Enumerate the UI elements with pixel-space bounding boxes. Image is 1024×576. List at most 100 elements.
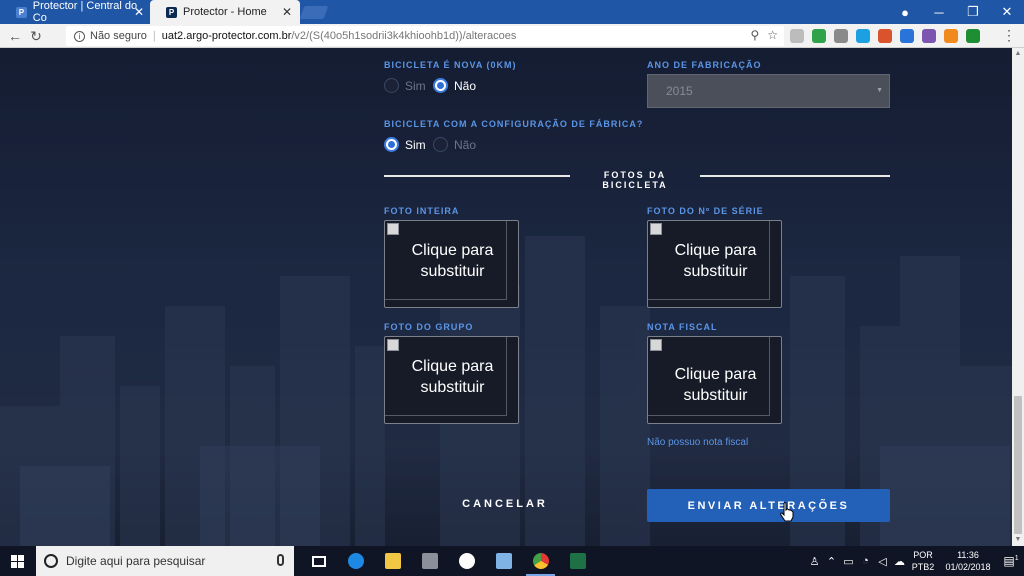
photos-section-title: FOTOS DA BICICLETA: [602, 170, 668, 190]
factory-config-sim-radio[interactable]: Sim: [384, 137, 426, 152]
address-separator: |: [152, 30, 156, 42]
battery-icon[interactable]: ▭: [840, 555, 857, 568]
cortana-icon: [44, 554, 58, 568]
extension-icons: [790, 29, 980, 43]
cancel-button[interactable]: CANCELAR: [440, 492, 570, 516]
no-invoice-link[interactable]: Não possuo nota fiscal: [647, 437, 748, 448]
tools-taskbar-button[interactable]: [411, 546, 448, 576]
browser-extension-icon[interactable]: [834, 29, 848, 43]
zoom-search-icon[interactable]: ⚲: [750, 28, 759, 42]
volume-icon[interactable]: ◁: [874, 555, 891, 568]
address-bar[interactable]: i Não seguro | uat2.argo-protector.com.b…: [66, 26, 784, 46]
close-window-icon[interactable]: ✕: [990, 4, 1024, 20]
minimize-icon[interactable]: ─: [922, 5, 956, 20]
photo-caption: Clique para substituir: [411, 358, 494, 396]
profile-icon[interactable]: ●: [888, 5, 922, 20]
omnibox-actions: ⚲ ☆: [750, 28, 778, 42]
scroll-up-arrow-icon[interactable]: ▲: [1012, 48, 1024, 60]
broken-image-icon: [650, 223, 662, 235]
photo-caption: Clique para substituir: [674, 242, 757, 280]
section-divider-left: [384, 175, 570, 177]
radio-circle-icon: [433, 78, 448, 93]
radio-label: Não: [454, 78, 477, 93]
app-taskbar-button[interactable]: [448, 546, 485, 576]
photo-full-label: FOTO INTEIRA: [384, 206, 460, 216]
broken-image-icon: [387, 223, 399, 235]
scroll-down-arrow-icon[interactable]: ▼: [1012, 534, 1024, 546]
edge-icon: [347, 553, 364, 569]
photo-serial-label: FOTO DO Nº DE SÉRIE: [647, 206, 764, 216]
windows-start-button[interactable]: [0, 546, 34, 576]
notification-center-icon[interactable]: ▤1: [998, 554, 1024, 568]
input-language[interactable]: POR PTB2: [908, 549, 938, 573]
reload-icon[interactable]: ↻: [27, 27, 45, 45]
year-select[interactable]: 2015 ▼: [647, 74, 890, 108]
search-placeholder: Digite aqui para pesquisar: [66, 554, 206, 568]
file-explorer-taskbar-button[interactable]: [374, 546, 411, 576]
page-scrollbar[interactable]: ▲ ▼: [1012, 48, 1024, 546]
photo-caption: Clique para substituir: [674, 366, 757, 404]
tab-close-icon[interactable]: ✕: [134, 5, 144, 19]
tab-protector-central[interactable]: P Protector | Central do Co ✕: [0, 0, 152, 24]
browser-extension-icon[interactable]: [790, 29, 804, 43]
page-viewport: BICICLETA É NOVA (0KM) Sim Não ANO DE FA…: [0, 48, 1024, 546]
browser-extension-icon[interactable]: [922, 29, 936, 43]
browser-tab-strip: P Protector | Central do Co ✕ P Protecto…: [0, 0, 1024, 24]
people-icon[interactable]: ♙: [806, 555, 823, 568]
new-tab-button[interactable]: [299, 6, 329, 19]
info-icon[interactable]: i: [74, 30, 85, 42]
clock-date: 01/02/2018: [945, 562, 991, 572]
protector-favicon-icon: P: [166, 6, 177, 18]
chrome-icon: [532, 553, 549, 569]
url-host: uat2.argo-protector.com.br: [161, 30, 292, 42]
photo-group-upload[interactable]: Clique para substituir: [384, 336, 519, 424]
is-new-nao-radio[interactable]: Não: [433, 78, 476, 93]
bookmark-star-icon[interactable]: ☆: [767, 28, 778, 42]
browser-extension-icon[interactable]: [856, 29, 870, 43]
browser-toolbar: ← ↻ i Não seguro | uat2.argo-protector.c…: [0, 24, 1024, 48]
taskbar-search-box[interactable]: Digite aqui para pesquisar: [36, 546, 294, 576]
tray-chevron-up-icon[interactable]: ⌃: [823, 555, 840, 568]
microphone-icon[interactable]: [277, 554, 284, 566]
browser-extension-icon[interactable]: [812, 29, 826, 43]
chrome-taskbar-button[interactable]: [522, 546, 559, 576]
browser-extension-icon[interactable]: [966, 29, 980, 43]
excel-icon: [569, 553, 586, 569]
year-value: 2015: [666, 84, 693, 98]
edge-taskbar-button[interactable]: [337, 546, 374, 576]
restore-icon[interactable]: ❐: [956, 4, 990, 20]
browser-extension-icon[interactable]: [878, 29, 892, 43]
task-view-button[interactable]: [300, 546, 337, 576]
photo-full-upload[interactable]: Clique para substituir: [384, 220, 519, 308]
invoice-label: NOTA FISCAL: [647, 322, 718, 332]
photo-group-label: FOTO DO GRUPO: [384, 322, 474, 332]
notification-count: 1: [1014, 555, 1019, 562]
back-arrow-icon[interactable]: ←: [6, 27, 24, 45]
broken-image-icon: [650, 339, 662, 351]
browser-extension-icon[interactable]: [900, 29, 914, 43]
factory-config-nao-radio[interactable]: Não: [433, 137, 476, 152]
submit-changes-button[interactable]: ENVIAR ALTERAÇÕES: [647, 489, 890, 522]
taskbar-apps: [300, 546, 596, 576]
windows-taskbar: Digite aqui para pesquisar ♙ ⌃ ▭ ◔ ◁ ☁ P…: [0, 546, 1024, 576]
chrome-menu-icon[interactable]: ⋮: [1002, 28, 1016, 42]
photo-caption: Clique para substituir: [411, 242, 494, 280]
onedrive-icon[interactable]: ☁: [891, 555, 908, 568]
keyboard-layout: PTB2: [911, 562, 935, 572]
invoice-upload[interactable]: Clique para substituir: [647, 336, 782, 424]
tab-close-icon[interactable]: ✕: [282, 5, 292, 19]
tab-protector-home[interactable]: P Protector - Home ✕: [150, 0, 300, 24]
radio-circle-icon: [384, 78, 399, 93]
is-new-label: BICICLETA É NOVA (0KM): [384, 60, 517, 70]
network-icon[interactable]: ◔: [857, 555, 874, 567]
excel-taskbar-button[interactable]: [559, 546, 596, 576]
app-icon: [458, 553, 475, 569]
radio-circle-icon: [384, 137, 399, 152]
browser-extension-icon[interactable]: [944, 29, 958, 43]
taskbar-clock[interactable]: 11:36 01/02/2018: [938, 549, 998, 573]
photo-serial-upload[interactable]: Clique para substituir: [647, 220, 782, 308]
paint-taskbar-button[interactable]: [485, 546, 522, 576]
paint-icon: [495, 553, 512, 569]
is-new-sim-radio[interactable]: Sim: [384, 78, 426, 93]
scrollbar-thumb[interactable]: [1014, 396, 1022, 534]
